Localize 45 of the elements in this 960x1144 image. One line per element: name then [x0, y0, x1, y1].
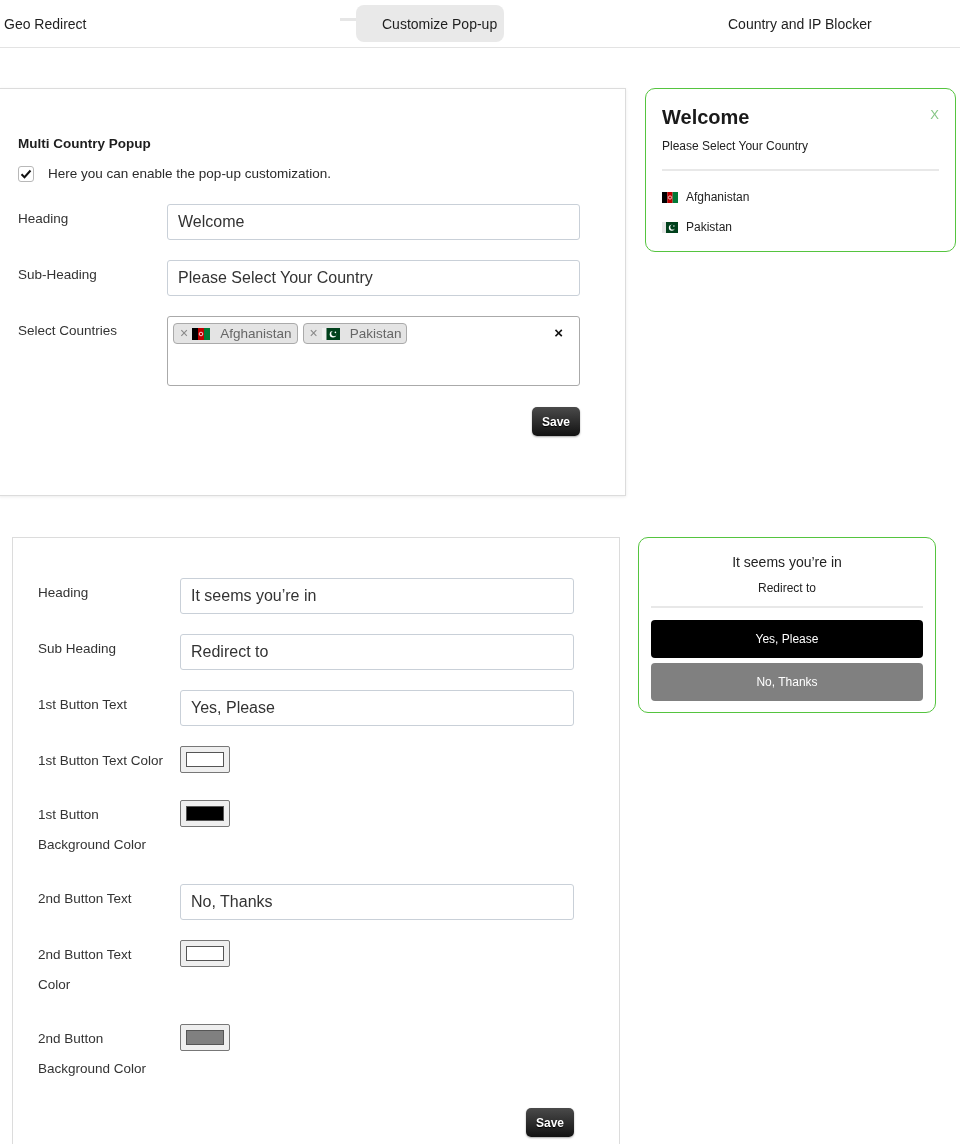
text-field[interactable]: Please Select Your Country [167, 260, 580, 296]
field-label: Sub Heading [38, 640, 118, 658]
country-option[interactable]: Afghanistan [686, 190, 750, 204]
field-label: Sub-Heading [18, 266, 98, 284]
popup-button[interactable]: Yes, Please [651, 620, 923, 658]
country-option[interactable]: Pakistan [686, 220, 733, 234]
flag-icon [321, 327, 340, 340]
flag-icon [192, 327, 211, 340]
popup-subheading: Redirect to [757, 580, 817, 596]
flag-icon [662, 221, 678, 233]
save-button[interactable]: Save [525, 1108, 574, 1137]
clear-button[interactable]: × [554, 323, 563, 343]
field-label: 2nd Button Background Color [38, 1030, 148, 1078]
tab[interactable]: Geo Redirect [0, 5, 91, 42]
color-picker-button[interactable] [180, 940, 230, 967]
tab[interactable]: Country and IP Blocker [724, 5, 876, 42]
text-field[interactable]: Redirect to [180, 634, 574, 670]
text-field[interactable]: No, Thanks [180, 884, 574, 920]
field-label: 1st Button Background Color [38, 806, 148, 854]
checkbox-label: Here you can enable the pop-up customization. [48, 165, 331, 183]
popup-subheading: Please Select Your Country [662, 138, 810, 154]
field-label: Heading [38, 584, 90, 602]
text-field[interactable]: It seems you’re in [180, 578, 574, 614]
tag-label: Pakistan [349, 325, 402, 343]
field-label: 2nd Button Text [38, 890, 133, 908]
field-label: 1st Button Text Color [38, 752, 165, 770]
section-title: Multi Country Popup [18, 135, 152, 153]
country-select-field[interactable]: × Afghanistan × Pakistan × [167, 316, 580, 386]
field-label: 2nd Button Text Color [38, 946, 133, 994]
flag-icon [662, 191, 678, 203]
popup-heading: Welcome [662, 105, 750, 129]
color-picker-button[interactable] [180, 1024, 230, 1051]
checkbox[interactable] [18, 166, 34, 182]
popup-heading: It seems you’re in [731, 553, 843, 572]
tag-label: Afghanistan [220, 325, 292, 343]
field-label: Select Countries [18, 322, 119, 340]
color-picker-button[interactable] [180, 746, 230, 773]
field-label: Heading [18, 210, 70, 228]
save-button[interactable]: Save [531, 407, 580, 436]
text-field[interactable]: Yes, Please [180, 690, 574, 726]
tab[interactable]: Customize Pop-up [356, 5, 504, 42]
popup-button[interactable]: No, Thanks [651, 663, 923, 701]
text-field[interactable]: Welcome [167, 204, 580, 240]
field-label: 1st Button Text [38, 696, 129, 714]
color-picker-button[interactable] [180, 800, 230, 827]
